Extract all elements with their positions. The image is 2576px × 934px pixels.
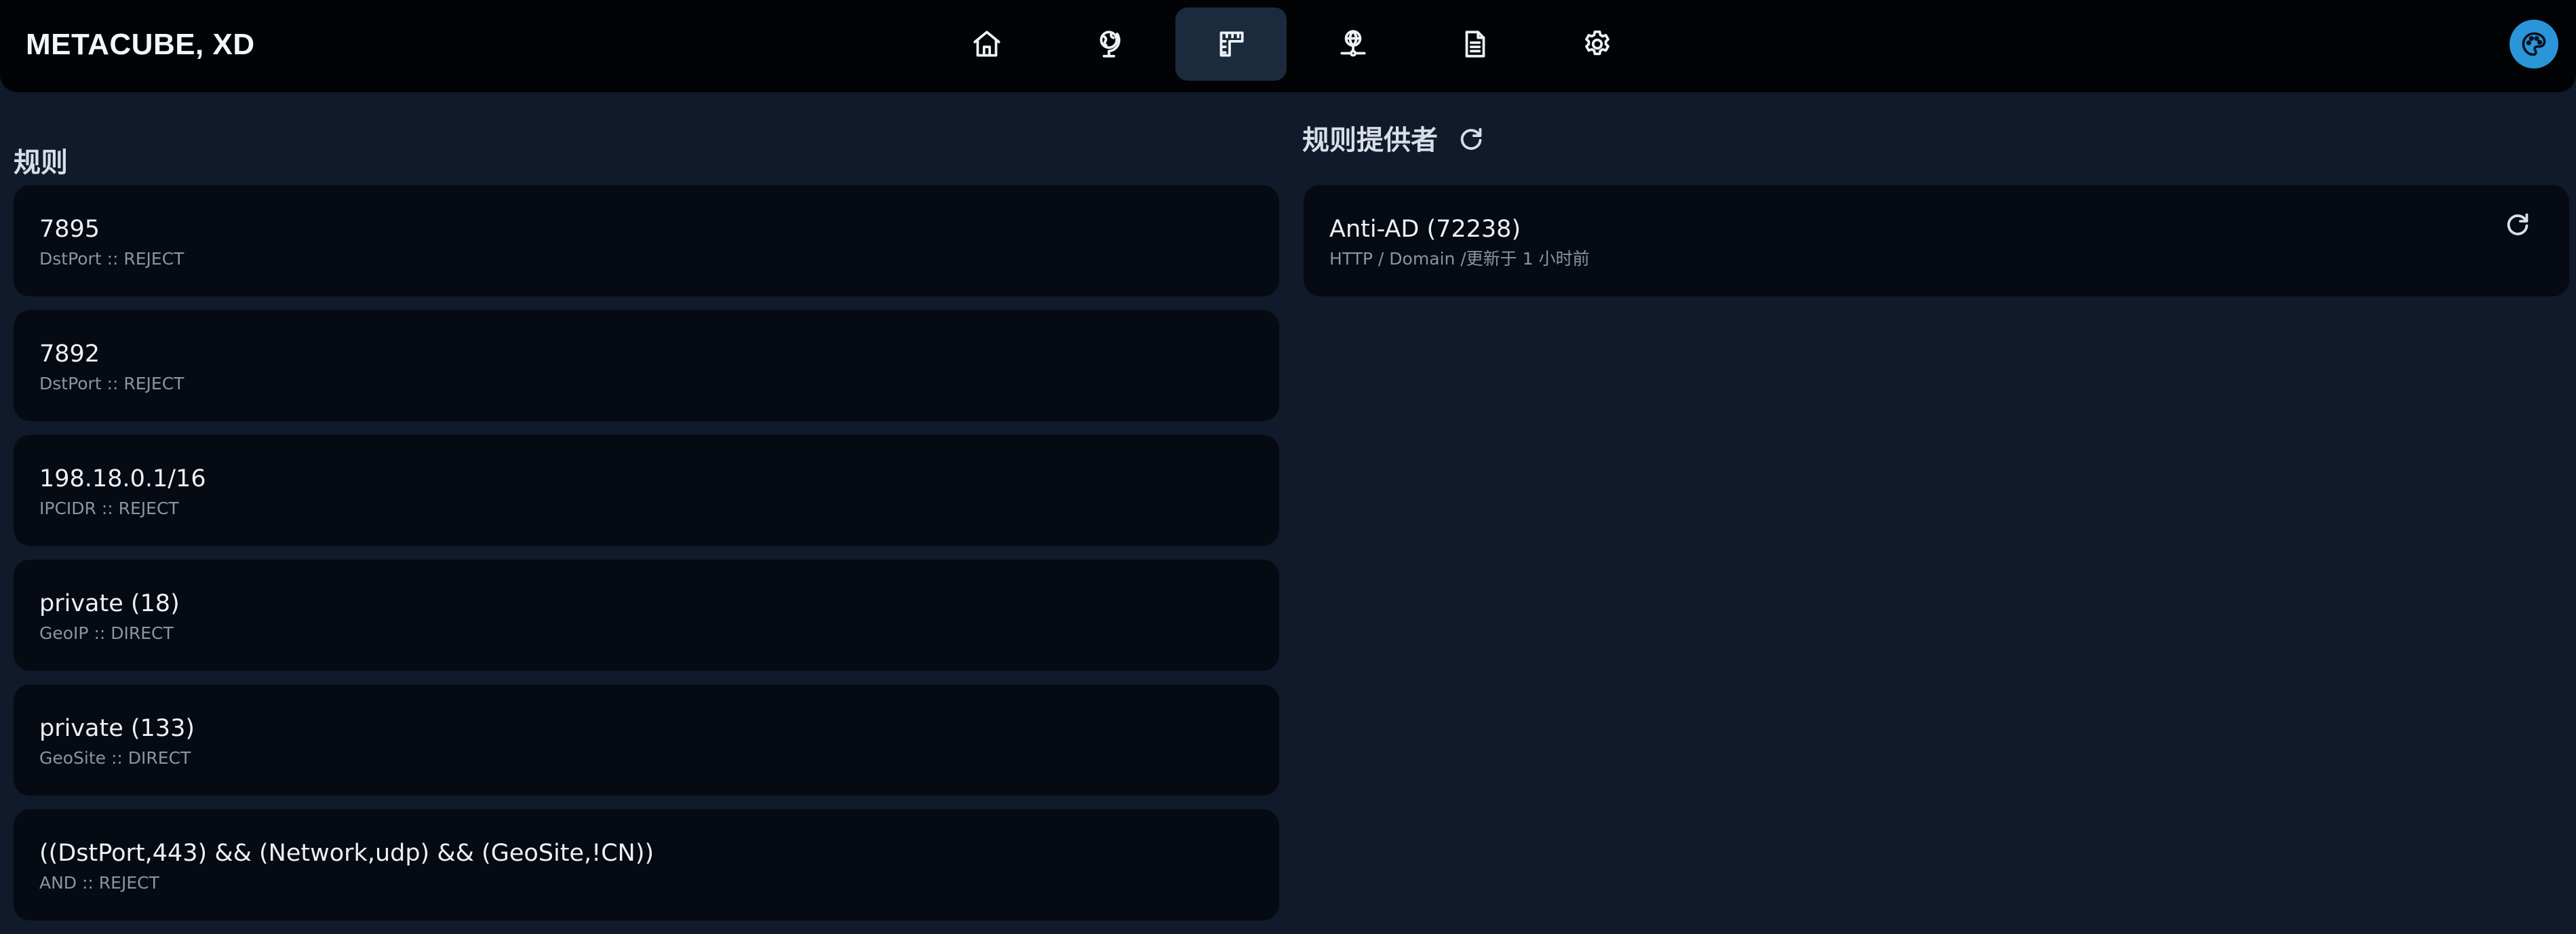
rule-type-action: DstPort :: REJECT bbox=[39, 249, 184, 269]
palette-icon bbox=[2522, 32, 2546, 56]
theme-switch-button[interactable] bbox=[2510, 20, 2558, 69]
rule-item: 7895 DstPort :: REJECT bbox=[14, 185, 1279, 296]
provider-details: HTTP / Domain /更新于 1 小时前 bbox=[1329, 249, 1590, 269]
nav-rules-button[interactable] bbox=[1175, 7, 1287, 81]
provider-name: Anti-AD (72238) bbox=[1329, 216, 1521, 243]
rule-providers-title: 规则提供者 bbox=[1302, 125, 1438, 156]
rule-payload: ((DstPort,443) && (Network,udp) && (GeoS… bbox=[39, 840, 655, 867]
refresh-provider-button[interactable] bbox=[2499, 204, 2537, 242]
rule-item: 198.18.0.1/16 IPCIDR :: REJECT bbox=[14, 435, 1279, 546]
nav-connections-button[interactable] bbox=[1297, 7, 1409, 81]
globe-stand-icon bbox=[1099, 31, 1120, 58]
rule-item: ((DstPort,443) && (Network,udp) && (GeoS… bbox=[14, 809, 1279, 920]
network-globe-icon bbox=[1340, 30, 1366, 57]
rule-payload: private (133) bbox=[39, 715, 195, 742]
rule-payload: 198.18.0.1/16 bbox=[39, 465, 206, 492]
refresh-all-providers-button[interactable] bbox=[1454, 121, 1488, 155]
refresh-icon bbox=[1460, 128, 1482, 150]
rule-payload: 7892 bbox=[39, 340, 100, 368]
rule-type-action: GeoSite :: DIRECT bbox=[39, 748, 191, 768]
file-text-icon bbox=[1465, 31, 1485, 58]
refresh-icon bbox=[2507, 213, 2529, 235]
main-navigation bbox=[931, 7, 1653, 81]
rule-item: private (133) GeoSite :: DIRECT bbox=[14, 684, 1279, 796]
top-navigation-bar: METACUBE, XD bbox=[0, 0, 2576, 92]
nav-settings-button[interactable] bbox=[1542, 7, 1653, 81]
nav-logs-button[interactable] bbox=[1420, 7, 1531, 81]
rule-type-action: DstPort :: REJECT bbox=[39, 374, 184, 393]
rule-type-action: GeoIP :: DIRECT bbox=[39, 623, 174, 643]
home-icon bbox=[973, 31, 1000, 57]
app-brand: METACUBE, XD bbox=[26, 28, 255, 61]
rule-item: private (18) GeoIP :: DIRECT bbox=[14, 560, 1279, 671]
rules-section-title: 规则 bbox=[14, 147, 68, 179]
nav-proxies-button[interactable] bbox=[1053, 7, 1165, 81]
rule-provider-item: Anti-AD (72238) HTTP / Domain /更新于 1 小时前 bbox=[1304, 185, 2569, 296]
nav-home-button[interactable] bbox=[931, 7, 1042, 81]
rule-type-action: AND :: REJECT bbox=[39, 873, 159, 893]
rules-list: 7895 DstPort :: REJECT 7892 DstPort :: R… bbox=[14, 185, 1279, 934]
ruler-icon bbox=[1219, 31, 1244, 57]
rule-payload: private (18) bbox=[39, 590, 180, 617]
rule-item: 7892 DstPort :: REJECT bbox=[14, 310, 1279, 421]
gear-icon bbox=[1585, 31, 1609, 56]
rule-type-action: IPCIDR :: REJECT bbox=[39, 499, 179, 518]
rule-providers-header: 规则提供者 bbox=[1302, 117, 1488, 159]
rule-payload: 7895 bbox=[39, 216, 100, 243]
